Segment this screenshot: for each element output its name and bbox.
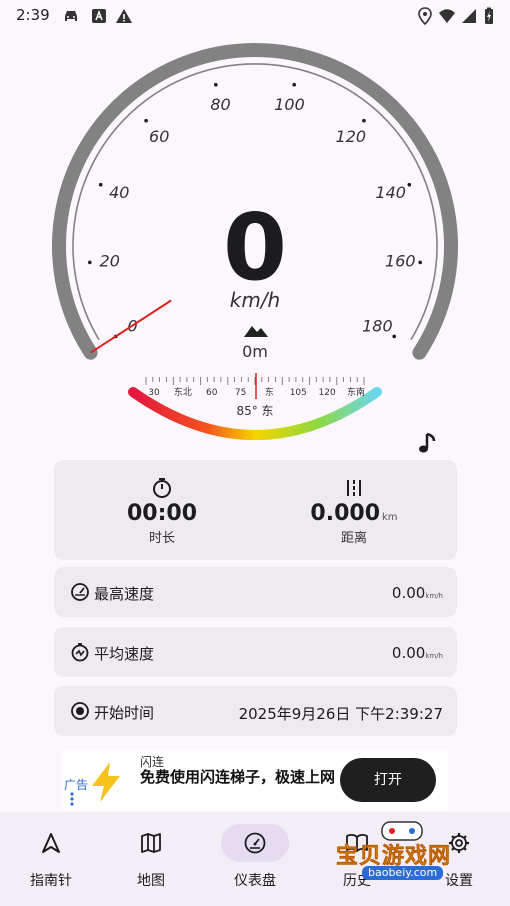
navigation-arrow-icon bbox=[42, 833, 60, 853]
avg-speed-unit: km/h bbox=[425, 652, 443, 660]
average-speed-icon bbox=[71, 643, 89, 662]
current-speed: 0 bbox=[222, 194, 287, 301]
car-icon bbox=[65, 11, 77, 21]
gauge-speed-label: 100 bbox=[274, 95, 305, 114]
stopwatch-icon bbox=[153, 478, 171, 498]
compass-label: 75 bbox=[235, 388, 246, 398]
distance-value: 0.000 bbox=[310, 501, 381, 526]
status-bar: 2:39 bbox=[0, 0, 510, 32]
max-speed-value: 0.00 bbox=[391, 584, 426, 602]
max-speed-label: 最高速度 bbox=[94, 585, 155, 603]
distance-label: 距离 bbox=[340, 531, 367, 546]
ad-description: 免费使用闪连梯子，极速上网 bbox=[140, 768, 336, 786]
gauge-tick-dot bbox=[392, 334, 397, 339]
avg-speed-label: 平均速度 bbox=[94, 645, 155, 663]
signal-icon bbox=[462, 9, 476, 23]
distance-unit: km bbox=[382, 512, 398, 523]
speed-gauge-icon bbox=[71, 583, 89, 601]
duration-label: 时长 bbox=[148, 531, 175, 546]
nav-label-compass: 指南针 bbox=[30, 873, 72, 889]
gauge-tick-dot bbox=[407, 182, 412, 187]
start-time-value: 2025年9月26日 下午2:39:27 bbox=[238, 705, 443, 723]
duration-value: 00:00 bbox=[126, 501, 198, 526]
wifi-icon bbox=[439, 9, 455, 23]
nav-item-map[interactable]: 地图 bbox=[100, 812, 202, 906]
warning-icon bbox=[116, 9, 132, 23]
compass-label: 东南 bbox=[347, 386, 365, 398]
lightning-bolt-icon bbox=[92, 762, 120, 802]
duration-stat: 00:00 时长 bbox=[62, 460, 262, 560]
record-dot-icon bbox=[71, 702, 89, 720]
nav-item-dashboard[interactable]: 仪表盘 bbox=[204, 812, 306, 906]
gauge-tick-dot bbox=[214, 82, 218, 87]
gauge-speed-label: 60 bbox=[149, 127, 169, 146]
speedometer-icon bbox=[244, 832, 266, 854]
speed-unit: km/h bbox=[229, 288, 281, 312]
gauge-tick-dot bbox=[362, 118, 366, 123]
avg-speed-row: 平均速度 0.00km/h bbox=[54, 627, 457, 677]
max-speed-unit: km/h bbox=[425, 592, 443, 600]
watermark-url: baobeiy.com bbox=[362, 866, 444, 880]
music-note-icon[interactable] bbox=[414, 430, 442, 458]
speedometer-gauge: 020406080100120140160180 30东北6075东105120… bbox=[0, 32, 510, 453]
compass-label: 30 bbox=[148, 388, 160, 398]
altitude-value: 0m bbox=[242, 342, 268, 361]
nav-label-map: 地图 bbox=[137, 873, 165, 889]
ad-more-icon[interactable] bbox=[70, 792, 74, 806]
distance-stat: 0.000 km 距离 bbox=[254, 460, 454, 560]
heading-readout: 85° 东 bbox=[236, 404, 273, 418]
road-icon bbox=[347, 480, 361, 496]
compass-label: 105 bbox=[290, 388, 307, 398]
compass-label: 60 bbox=[206, 388, 218, 398]
nav-item-compass[interactable]: 指南针 bbox=[0, 812, 102, 906]
gauge-tick-dot bbox=[144, 118, 148, 123]
nav-label-dashboard: 仪表盘 bbox=[234, 873, 276, 889]
avg-speed-value: 0.00 bbox=[391, 644, 426, 662]
gauge-tick-dot bbox=[292, 82, 297, 87]
battery-charging-icon bbox=[485, 7, 493, 24]
ad-open-button[interactable]: 打开 bbox=[340, 758, 436, 802]
compass-label: 东北 bbox=[174, 386, 192, 398]
ad-banner[interactable]: 广告 闪连 免费使用闪连梯子，极速上网 打开 bbox=[62, 750, 448, 810]
trip-stats-card: 00:00 时长 0.000 km 距离 bbox=[54, 460, 457, 560]
location-icon bbox=[418, 7, 432, 25]
compass-label: 东 bbox=[265, 386, 274, 398]
map-icon bbox=[141, 833, 161, 853]
font-a-icon bbox=[92, 9, 106, 23]
max-speed-row: 最高速度 0.00km/h bbox=[54, 567, 457, 617]
start-time-label: 开始时间 bbox=[94, 704, 155, 722]
ad-tag: 广告 bbox=[64, 778, 89, 792]
status-time: 2:39 bbox=[16, 6, 50, 24]
start-time-row: 开始时间 2025年9月26日 下午2:39:27 bbox=[54, 686, 457, 736]
compass-label: 120 bbox=[319, 388, 336, 398]
gauge-speed-label: 180 bbox=[362, 317, 393, 336]
gauge-speed-label: 80 bbox=[210, 95, 230, 114]
gauge-tick-dot bbox=[98, 182, 103, 187]
gauge-speed-label: 120 bbox=[336, 127, 367, 146]
mountain-icon bbox=[244, 326, 268, 337]
